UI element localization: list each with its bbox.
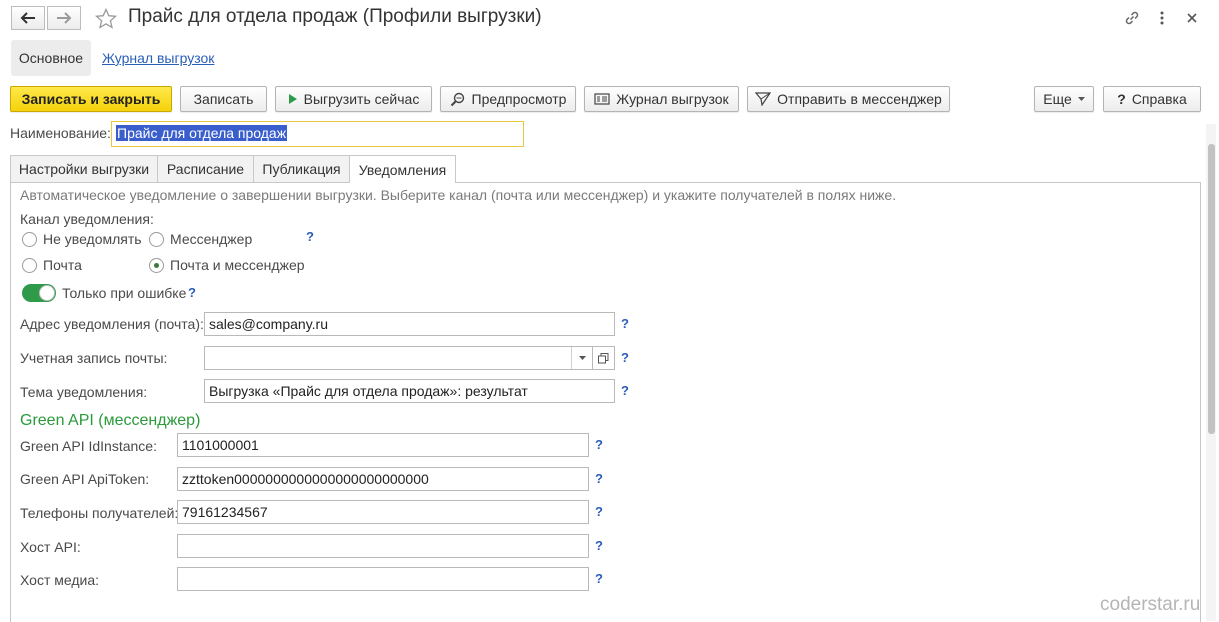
tab-schedule[interactable]: Расписание bbox=[157, 155, 254, 182]
subject-help-icon[interactable]: ? bbox=[621, 383, 629, 398]
green-api-id-label: Green API IdInstance: bbox=[20, 438, 157, 454]
radio-messenger[interactable] bbox=[149, 232, 164, 247]
radio-messenger-label: Мессенджер bbox=[170, 231, 253, 247]
link-icon bbox=[1125, 11, 1139, 25]
radio-none-label: Не уведомлять bbox=[43, 231, 142, 247]
name-label: Наименование: bbox=[10, 125, 111, 141]
subject-field[interactable]: Выгрузка «Прайс для отдела продаж»: резу… bbox=[204, 379, 615, 403]
save-button[interactable]: Записать bbox=[180, 86, 267, 112]
channel-label: Канал уведомления: bbox=[20, 211, 154, 227]
host-api-help-icon[interactable]: ? bbox=[595, 538, 603, 553]
arrow-right-icon bbox=[57, 12, 72, 24]
link-button[interactable] bbox=[1122, 8, 1142, 28]
preview-button[interactable]: Предпросмотр bbox=[440, 86, 576, 112]
phones-help-icon[interactable]: ? bbox=[595, 504, 603, 519]
account-field[interactable] bbox=[204, 346, 593, 370]
scrollbar-thumb[interactable] bbox=[1208, 144, 1215, 434]
only-on-error-help-icon[interactable]: ? bbox=[188, 285, 196, 300]
journal-icon bbox=[594, 93, 610, 105]
email-label: Адрес уведомления (почта): bbox=[20, 316, 204, 332]
phones-label: Телефоны получателей: bbox=[20, 505, 179, 521]
view-tab-journal[interactable]: Журнал выгрузок bbox=[102, 50, 214, 66]
account-dropdown-button[interactable] bbox=[571, 347, 592, 369]
name-field[interactable]: Прайс для отдела продаж bbox=[111, 121, 524, 147]
email-help-icon[interactable]: ? bbox=[621, 316, 629, 331]
open-window-icon bbox=[598, 352, 609, 363]
green-api-token-help-icon[interactable]: ? bbox=[595, 471, 603, 486]
arrow-left-icon bbox=[20, 12, 35, 24]
account-label: Учетная запись почты: bbox=[20, 350, 168, 366]
save-and-close-button[interactable]: Записать и закрыть bbox=[10, 86, 172, 112]
send-icon bbox=[755, 92, 772, 106]
channel-help-icon[interactable]: ? bbox=[306, 229, 314, 244]
close-button[interactable] bbox=[1182, 8, 1202, 28]
green-api-section-title: Green API (мессенджер) bbox=[20, 412, 201, 429]
preview-label: Предпросмотр bbox=[471, 91, 567, 107]
more-vertical-icon bbox=[1160, 11, 1164, 25]
chevron-down-icon bbox=[1077, 97, 1085, 101]
star-icon bbox=[94, 7, 118, 29]
journal-label: Журнал выгрузок bbox=[616, 91, 729, 107]
more-button[interactable] bbox=[1152, 8, 1172, 28]
chevron-down-icon bbox=[578, 356, 586, 360]
export-now-button[interactable]: Выгрузить сейчас bbox=[275, 86, 432, 112]
help-label: Справка bbox=[1131, 91, 1187, 107]
save-and-close-label: Записать и закрыть bbox=[21, 91, 161, 107]
radio-mail-messenger-label: Почта и мессенджер bbox=[170, 257, 305, 273]
favorite-button[interactable] bbox=[94, 7, 118, 31]
name-value: Прайс для отдела продаж bbox=[116, 125, 288, 141]
more-actions-button[interactable]: Еще bbox=[1034, 86, 1094, 112]
back-button[interactable] bbox=[11, 6, 45, 30]
save-label: Записать bbox=[193, 91, 254, 107]
radio-mail-messenger[interactable] bbox=[149, 258, 164, 273]
host-media-field[interactable] bbox=[177, 567, 589, 591]
radio-none[interactable] bbox=[22, 232, 37, 247]
green-api-id-field[interactable]: 1101000001 bbox=[177, 433, 589, 457]
green-api-token-field[interactable]: zzttoken0000000000000000000000000 bbox=[177, 467, 589, 491]
host-media-help-icon[interactable]: ? bbox=[595, 571, 603, 586]
help-mark: ? bbox=[1117, 91, 1126, 107]
more-actions-label: Еще bbox=[1043, 91, 1072, 107]
email-field[interactable]: sales@company.ru bbox=[204, 312, 615, 336]
host-api-label: Хост API: bbox=[20, 539, 81, 555]
only-on-error-label: Только при ошибке bbox=[62, 285, 187, 301]
phones-field[interactable]: 79161234567 bbox=[177, 500, 589, 524]
watermark: coderstar.ru bbox=[1100, 594, 1201, 615]
help-button[interactable]: ? Справка bbox=[1103, 86, 1201, 112]
green-api-token-label: Green API ApiToken: bbox=[20, 471, 150, 487]
magnifier-icon bbox=[450, 92, 464, 107]
host-media-label: Хост медиа: bbox=[20, 572, 100, 588]
play-icon bbox=[288, 94, 297, 104]
radio-mail-label: Почта bbox=[43, 257, 82, 273]
page-title: Прайс для отдела продаж (Профили выгрузк… bbox=[128, 6, 542, 27]
notifications-description: Автоматическое уведомление о завершении … bbox=[20, 187, 897, 203]
tab-export-settings[interactable]: Настройки выгрузки bbox=[10, 155, 158, 182]
forward-button[interactable] bbox=[47, 6, 81, 30]
radio-mail[interactable] bbox=[22, 258, 37, 273]
send-messenger-label: Отправить в мессенджер bbox=[777, 91, 942, 107]
account-open-button[interactable] bbox=[592, 346, 615, 370]
tab-publication[interactable]: Публикация bbox=[253, 155, 350, 182]
account-help-icon[interactable]: ? bbox=[621, 350, 629, 365]
green-api-id-help-icon[interactable]: ? bbox=[595, 437, 603, 452]
close-icon bbox=[1187, 13, 1197, 23]
subject-label: Тема уведомления: bbox=[20, 384, 148, 400]
view-tab-main[interactable]: Основное bbox=[11, 40, 91, 76]
send-messenger-button[interactable]: Отправить в мессенджер bbox=[747, 86, 950, 112]
only-on-error-toggle[interactable] bbox=[22, 284, 56, 302]
export-now-label: Выгрузить сейчас bbox=[303, 91, 420, 107]
tab-notifications[interactable]: Уведомления bbox=[349, 155, 456, 183]
host-api-field[interactable] bbox=[177, 534, 589, 558]
journal-button[interactable]: Журнал выгрузок bbox=[584, 86, 739, 112]
